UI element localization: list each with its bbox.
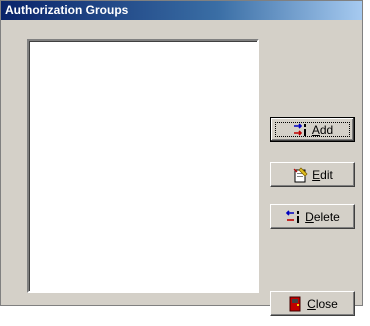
edit-icon (292, 166, 308, 183)
window-title: Authorization Groups (1, 1, 362, 20)
authorization-groups-list[interactable] (27, 39, 259, 293)
edit-button-label: Edit (312, 167, 333, 182)
add-button-label: Add (311, 122, 334, 137)
edit-button[interactable]: Edit (270, 162, 355, 187)
add-icon (292, 122, 308, 138)
add-button[interactable]: Add (270, 117, 355, 142)
authorization-groups-dialog: Authorization Groups Add Edit Delete Clo… (0, 0, 363, 316)
delete-button[interactable]: Delete (270, 204, 355, 229)
delete-icon (285, 209, 301, 225)
close-button-label: Close (307, 296, 338, 311)
delete-button-label: Delete (305, 209, 340, 224)
close-button[interactable]: Close (270, 291, 355, 316)
close-door-icon (287, 296, 303, 312)
